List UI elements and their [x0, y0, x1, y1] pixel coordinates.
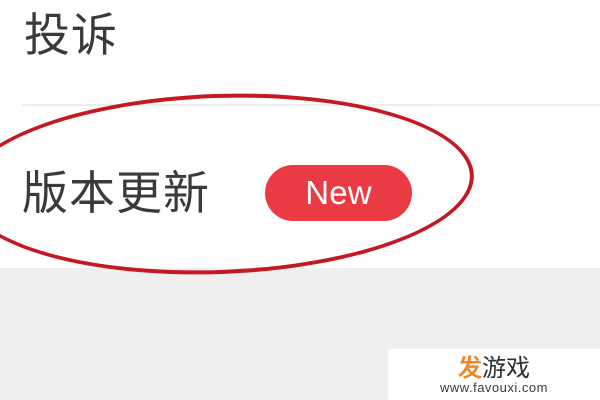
watermark-logo-text: 发游戏 [458, 355, 530, 381]
complaint-label: 投诉 [24, 8, 118, 62]
menu-item-complaint[interactable]: 投诉 [0, 0, 600, 104]
watermark-accent-character: 发 [458, 354, 482, 382]
watermark-url: www.favouxi.com [440, 380, 548, 395]
app-screen: 投诉 版本更新 New 发游戏 www.favouxi.com [0, 0, 600, 400]
version-update-label: 版本更新 [22, 166, 210, 220]
site-watermark: 发游戏 www.favouxi.com [388, 349, 600, 400]
settings-menu: 投诉 版本更新 New [0, 0, 600, 268]
new-badge: New [265, 165, 412, 221]
watermark-game-text: 游戏 [482, 354, 530, 382]
